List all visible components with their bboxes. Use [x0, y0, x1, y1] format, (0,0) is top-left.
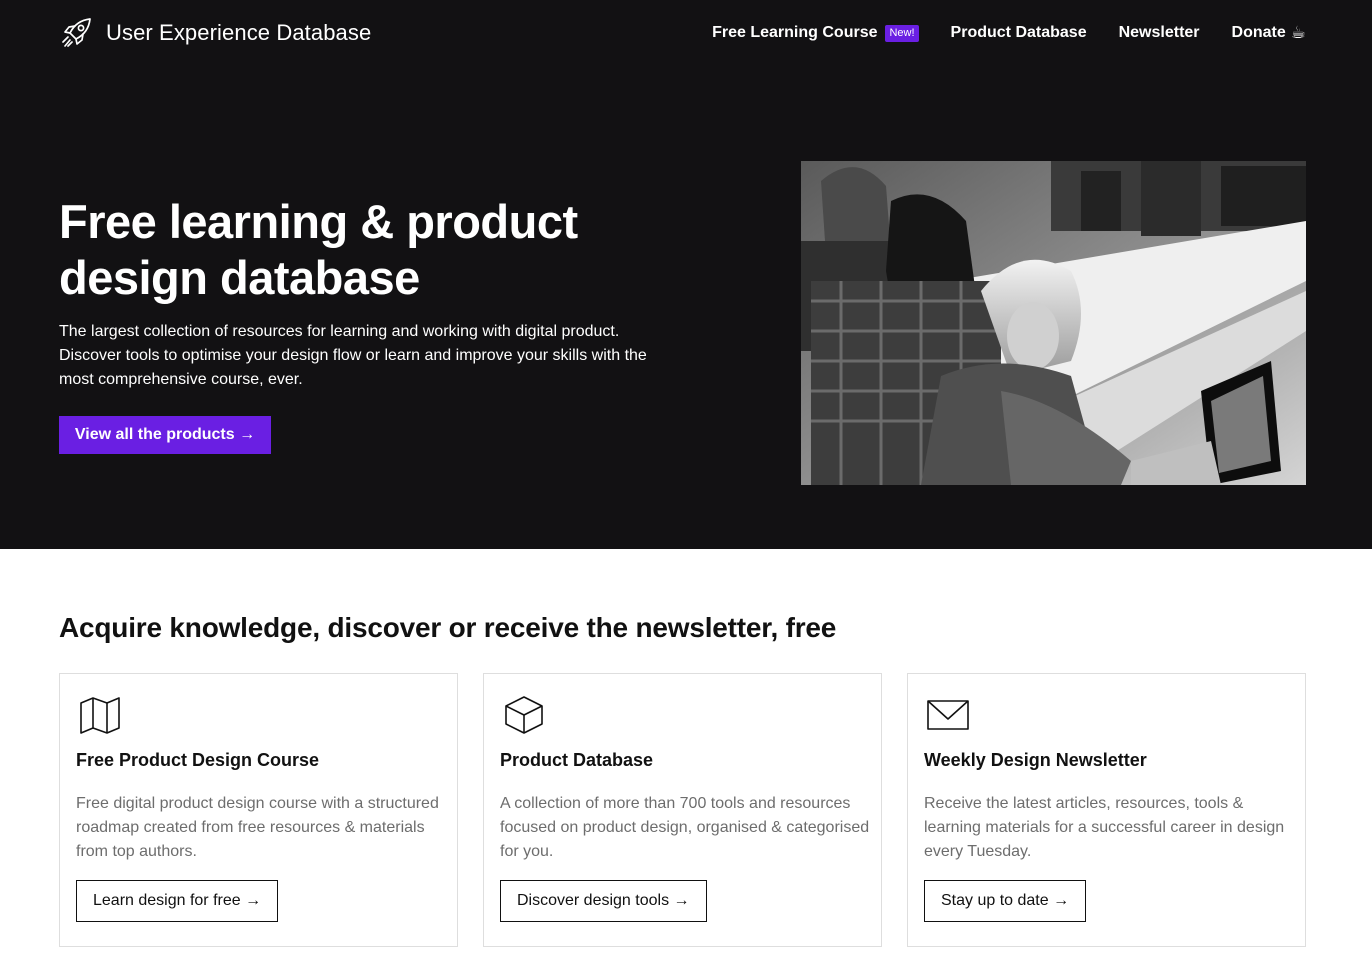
hero-photo — [801, 161, 1306, 485]
rocket-icon — [62, 18, 91, 47]
database-card: Product Database A collection of more th… — [483, 673, 882, 947]
students-photo-illustration — [801, 161, 1306, 485]
section-title: Acquire knowledge, discover or receive t… — [59, 612, 837, 643]
stay-up-to-date-button[interactable]: Stay up to date → — [924, 880, 1087, 922]
course-card: Free Product Design Course Free digital … — [59, 673, 458, 947]
hero-title: Free learning & product design database — [59, 195, 578, 304]
card-description: A collection of more than 700 tools and … — [500, 795, 870, 860]
nav-product-database[interactable]: Product Database — [951, 24, 1087, 42]
nav-label: Newsletter — [1118, 24, 1200, 41]
card-description: Free digital product design course with … — [76, 795, 439, 860]
nav-label: Product Database — [950, 24, 1087, 41]
book-icon — [80, 697, 120, 734]
nav-label: Free Learning Course — [712, 24, 878, 41]
nav-label: Donate — [1231, 24, 1286, 41]
card-title: Product Database — [500, 750, 654, 770]
learn-design-button[interactable]: Learn design for free → — [76, 880, 279, 922]
brand-link[interactable]: User Experience Database — [59, 16, 371, 50]
card-description: Receive the latest articles, resources, … — [924, 795, 1285, 860]
nav-free-learning-course[interactable]: Free Learning Course New! — [712, 24, 919, 42]
card-title: Free Product Design Course — [76, 750, 320, 770]
discover-tools-button[interactable]: Discover design tools → — [500, 880, 707, 922]
hero-section: User Experience Database Free Learning C… — [0, 0, 1372, 549]
card-title: Weekly Design Newsletter — [924, 750, 1147, 770]
coffee-icon: ☕ — [1290, 23, 1306, 42]
envelope-icon — [927, 700, 969, 730]
newsletter-card: Weekly Design Newsletter Receive the lat… — [907, 673, 1306, 947]
nav-donate[interactable]: Donate ☕ — [1232, 23, 1306, 43]
nav-newsletter[interactable]: Newsletter — [1119, 24, 1200, 42]
main-nav: Free Learning Course New! Product Databa… — [712, 22, 1306, 44]
new-badge: New! — [885, 24, 919, 42]
cube-icon — [505, 696, 543, 734]
brand-name: User Experience Database — [106, 20, 372, 45]
view-all-products-button[interactable]: View all the products → — [59, 416, 271, 454]
hero-subtitle: The largest collection of resources for … — [59, 323, 647, 388]
